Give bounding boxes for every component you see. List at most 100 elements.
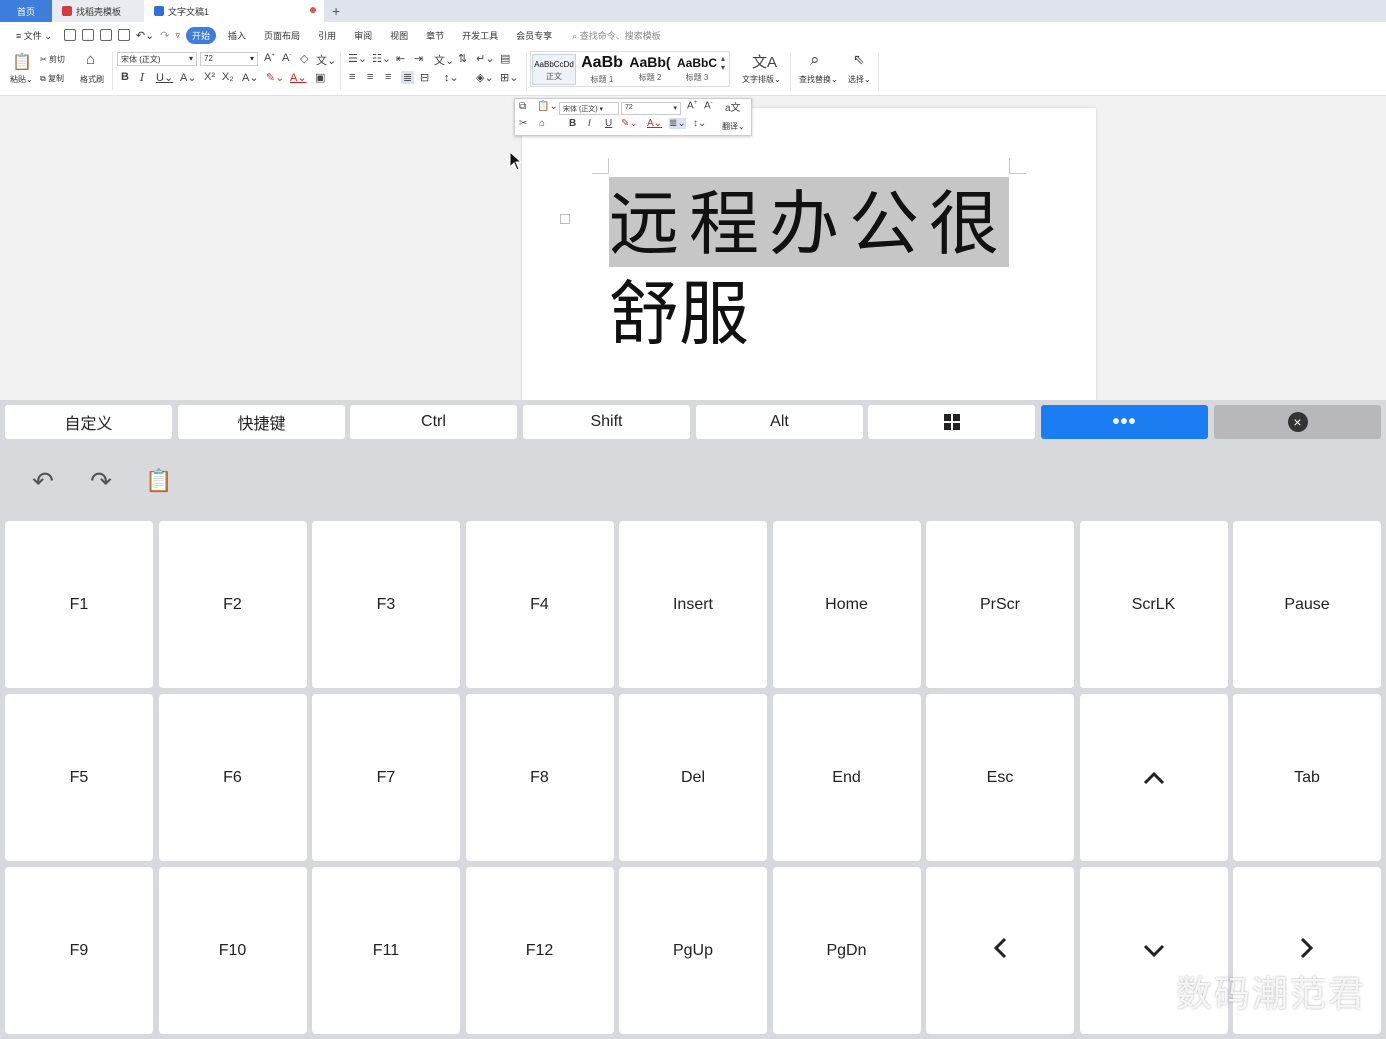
line-spacing-icon[interactable]: ↕⌄ bbox=[693, 118, 706, 129]
document-text-line-2[interactable]: 舒服 bbox=[609, 270, 749, 358]
tab-template[interactable]: 找稻壳模板 bbox=[52, 0, 144, 22]
redo-icon[interactable]: ↷ bbox=[86, 466, 116, 496]
menu-item-start[interactable]: 开始 bbox=[186, 26, 217, 44]
menu-item-references[interactable]: 引用 bbox=[312, 27, 342, 44]
pointer-icon[interactable]: ⇖ bbox=[853, 51, 865, 68]
alt-key[interactable]: Alt bbox=[696, 405, 863, 439]
bold-button[interactable]: B bbox=[569, 118, 576, 129]
cut-button[interactable]: ✂ 剪切 bbox=[40, 54, 65, 65]
document-canvas[interactable]: 远程办公很 舒服 ⧉ 📋⌄ 宋体 (正文) ▾ 72 ▾ A+ A- a文 ✂ … bbox=[0, 96, 1386, 400]
document-text-line-1[interactable]: 远程办公很 bbox=[609, 180, 1009, 268]
italic-button[interactable]: I bbox=[588, 118, 591, 129]
bullet-list-icon[interactable]: ☰⌄ bbox=[348, 52, 367, 65]
key-f9[interactable]: F9 bbox=[5, 867, 153, 1034]
gallery-scroll-icon[interactable]: ▴ ▾ bbox=[721, 54, 725, 72]
menu-item-developer[interactable]: 开发工具 bbox=[456, 27, 504, 44]
clipboard-icon[interactable]: 📋 bbox=[144, 466, 174, 496]
key-scrlk[interactable]: ScrLK bbox=[1079, 521, 1228, 688]
key-up-arrow[interactable] bbox=[1079, 694, 1228, 861]
font-name-select[interactable]: 宋体 (正文) ▾ bbox=[117, 52, 197, 66]
highlight-icon[interactable]: ✎⌄ bbox=[621, 118, 638, 129]
bold-button[interactable]: B bbox=[121, 71, 129, 83]
redo-icon[interactable]: ↷ bbox=[160, 29, 169, 42]
align-left-icon[interactable]: ≡ bbox=[349, 71, 355, 83]
italic-button[interactable]: I bbox=[140, 71, 144, 84]
grow-font-icon[interactable]: A+ bbox=[264, 52, 275, 64]
key-tab[interactable]: Tab bbox=[1233, 694, 1381, 861]
phonetic-guide-icon[interactable]: 文⌄ bbox=[316, 52, 336, 68]
key-f6[interactable]: F6 bbox=[158, 694, 307, 861]
paste-icon[interactable]: 📋⌄ bbox=[537, 101, 558, 112]
format-painter-icon[interactable]: ⌂ bbox=[86, 51, 95, 68]
key-prscr[interactable]: PrScr bbox=[926, 521, 1074, 688]
print-icon[interactable] bbox=[99, 29, 112, 41]
key-left-arrow[interactable] bbox=[926, 867, 1074, 1034]
file-menu[interactable]: ≡ 文件 ⌄ bbox=[10, 27, 58, 44]
find-replace-button[interactable]: 查找替换⌄ bbox=[799, 74, 838, 85]
menu-item-view[interactable]: 视图 bbox=[384, 27, 414, 44]
table-tools-icon[interactable]: ▤ bbox=[500, 52, 510, 65]
mini-font-size-select[interactable]: 72 ▾ bbox=[621, 102, 681, 115]
font-color-button[interactable]: A⌄ bbox=[290, 71, 307, 84]
more-keys-button[interactable]: ••• bbox=[1041, 405, 1208, 439]
text-effect-button[interactable]: A⌄ bbox=[242, 71, 259, 84]
key-f4[interactable]: F4 bbox=[465, 521, 614, 688]
increase-indent-icon[interactable]: ⇥ bbox=[414, 52, 423, 65]
translate-button[interactable]: 翻译⌄ bbox=[722, 121, 745, 132]
style-heading-3[interactable]: AaBbC 标题 3 bbox=[673, 54, 721, 83]
char-border-icon[interactable]: ▣ bbox=[315, 71, 325, 84]
translate-icon[interactable]: a文 bbox=[725, 99, 741, 114]
numbered-list-icon[interactable]: ☷⌄ bbox=[372, 52, 391, 65]
undo-icon[interactable]: ↶ bbox=[28, 466, 58, 496]
key-pgdn[interactable]: PgDn bbox=[772, 867, 921, 1034]
show-marks-icon[interactable]: ↵⌄ bbox=[476, 52, 494, 65]
key-f10[interactable]: F10 bbox=[158, 867, 307, 1034]
format-painter-button[interactable]: 格式刷 bbox=[80, 74, 104, 85]
distribute-icon[interactable]: ⊟ bbox=[420, 71, 429, 84]
sort-icon[interactable]: ⇅ bbox=[458, 52, 467, 65]
menu-item-insert[interactable]: 插入 bbox=[222, 27, 252, 44]
menu-item-chapter[interactable]: 章节 bbox=[420, 27, 450, 44]
windows-key[interactable] bbox=[868, 405, 1035, 439]
borders-icon[interactable]: ⊞⌄ bbox=[500, 71, 518, 84]
tab-document[interactable]: 文字文稿1 bbox=[144, 0, 324, 22]
paste-icon[interactable]: 📋 bbox=[12, 52, 32, 72]
menu-item-review[interactable]: 审阅 bbox=[348, 27, 378, 44]
menu-item-page-layout[interactable]: 页面布局 bbox=[258, 27, 306, 44]
scissors-icon[interactable]: ✂ bbox=[519, 118, 527, 129]
custom-keys-button[interactable]: 自定义 bbox=[5, 405, 172, 439]
key-f3[interactable]: F3 bbox=[312, 521, 460, 688]
magnifier-icon[interactable]: ⌕ bbox=[810, 50, 820, 70]
key-pause[interactable]: Pause bbox=[1233, 521, 1381, 688]
key-insert[interactable]: Insert bbox=[619, 521, 767, 688]
key-f11[interactable]: F11 bbox=[312, 867, 460, 1034]
justify-icon[interactable]: ≣ bbox=[401, 71, 415, 84]
underline-button[interactable]: U⌄ bbox=[156, 71, 173, 84]
line-spacing-icon[interactable]: ↕⌄ bbox=[444, 71, 459, 84]
key-f12[interactable]: F12 bbox=[465, 867, 614, 1034]
superscript-button[interactable]: X² bbox=[204, 71, 215, 83]
copy-button[interactable]: ⧉ 复制 bbox=[40, 73, 64, 84]
hotkeys-button[interactable]: 快捷键 bbox=[178, 405, 345, 439]
tab-home[interactable]: 首页 bbox=[0, 0, 52, 22]
align-right-icon[interactable]: ≡ bbox=[385, 71, 391, 83]
key-del[interactable]: Del bbox=[619, 694, 767, 861]
font-size-select[interactable]: 72 ▾ bbox=[200, 52, 258, 66]
decrease-indent-icon[interactable]: ⇤ bbox=[396, 52, 405, 65]
text-layout-button[interactable]: 文字排版⌄ bbox=[742, 74, 781, 85]
shrink-font-icon[interactable]: A- bbox=[704, 100, 713, 111]
key-esc[interactable]: Esc bbox=[926, 694, 1074, 861]
undo-icon[interactable]: ↶⌄ bbox=[136, 29, 154, 42]
clear-format-icon[interactable]: ◇ bbox=[300, 52, 308, 65]
key-f7[interactable]: F7 bbox=[312, 694, 460, 861]
paste-button[interactable]: 粘贴⌄ bbox=[10, 74, 33, 85]
key-f1[interactable]: F1 bbox=[5, 521, 153, 688]
menu-item-member[interactable]: 会员专享 bbox=[510, 27, 558, 44]
customize-quick-access-icon[interactable]: ▿ bbox=[175, 30, 180, 41]
key-end[interactable]: End bbox=[772, 694, 921, 861]
align-button[interactable]: ≣⌄ bbox=[669, 118, 686, 129]
key-f8[interactable]: F8 bbox=[465, 694, 614, 861]
close-keyboard-button[interactable]: × bbox=[1214, 405, 1381, 439]
chinese-layout-icon[interactable]: 文⌄ bbox=[434, 52, 454, 68]
font-color-button[interactable]: A⌄ bbox=[647, 118, 662, 129]
